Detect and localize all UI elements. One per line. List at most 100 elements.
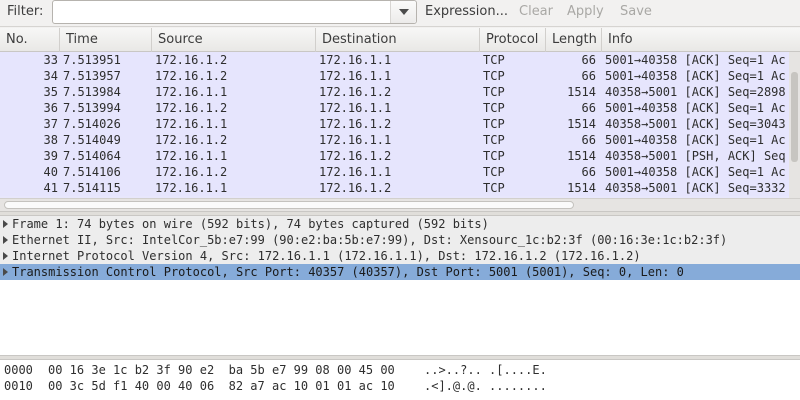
column-header-info[interactable]: Info [602,28,800,52]
tree-item-label: Internet Protocol Version 4, Src: 172.16… [12,249,641,263]
packet-list-vertical-scrollbar[interactable] [789,52,800,198]
packet-protocol: TCP [483,69,505,83]
packet-row[interactable]: 35 7.513984 172.16.1.1 172.16.1.2 TCP 15… [0,84,800,100]
packet-destination: 172.16.1.2 [319,181,392,195]
packet-length: 66 [581,53,596,67]
packet-no: 38 [43,133,58,147]
hex-bytes[interactable]: 00 16 3e 1c b2 3f 90 e2 ba 5b e7 99 08 0… [48,362,395,378]
packet-length: 1514 [567,85,596,99]
filter-dropdown-button[interactable] [390,1,416,23]
packet-list[interactable]: 33 7.513951 172.16.1.2 172.16.1.1 TCP 66… [0,52,800,198]
packet-length: 1514 [567,149,596,163]
packet-protocol: TCP [483,101,505,115]
packet-list-header: No. Time Source Destination Protocol Len… [0,28,800,52]
packet-info: 5001→40358 [ACK] Seq=1 Ac [605,53,786,67]
packet-time: 7.513951 [63,53,121,67]
packet-source: 172.16.1.2 [155,165,228,179]
packet-details-pane[interactable]: Frame 1: 74 bytes on wire (592 bits), 74… [0,215,800,355]
packet-info: 5001→40358 [ACK] Seq=1 Ac [605,133,786,147]
packet-protocol: TCP [483,85,505,99]
packet-row[interactable]: 34 7.513957 172.16.1.2 172.16.1.1 TCP 66… [0,68,800,84]
packet-no: 34 [43,69,58,83]
column-header-length[interactable]: Length [546,28,602,52]
packet-time: 7.514049 [63,133,121,147]
expand-arrow-icon[interactable] [3,252,8,260]
tree-item-label: Ethernet II, Src: IntelCor_5b:e7:99 (90:… [12,233,728,247]
packet-no: 41 [43,181,58,195]
tree-item-ethernet[interactable]: Ethernet II, Src: IntelCor_5b:e7:99 (90:… [0,232,800,248]
packet-info: 40358→5001 [ACK] Seq=3332 [605,181,786,195]
packet-protocol: TCP [483,165,505,179]
packet-length: 1514 [567,117,596,131]
packet-row[interactable]: 36 7.513994 172.16.1.2 172.16.1.1 TCP 66… [0,100,800,116]
packet-no: 39 [43,149,58,163]
packet-info: 40358→5001 [PSH, ACK] Seq [605,149,786,163]
packet-length: 66 [581,69,596,83]
hex-ascii[interactable]: ..>..?.. .[....E. [424,362,547,378]
scrollbar-thumb[interactable] [4,201,574,209]
packet-length: 1514 [567,181,596,195]
packet-length: 66 [581,165,596,179]
chevron-down-icon [399,9,409,15]
packet-row[interactable]: 38 7.514049 172.16.1.2 172.16.1.1 TCP 66… [0,132,800,148]
packet-row[interactable]: 40 7.514106 172.16.1.2 172.16.1.1 TCP 66… [0,164,800,180]
packet-source: 172.16.1.1 [155,181,228,195]
packet-no: 35 [43,85,58,99]
packet-time: 7.513994 [63,101,121,115]
packet-row[interactable]: 41 7.514115 172.16.1.1 172.16.1.2 TCP 15… [0,180,800,196]
packet-no: 36 [43,101,58,115]
clear-button[interactable]: Clear [519,4,553,19]
packet-list-horizontal-scrollbar[interactable] [0,198,800,211]
packet-time: 7.514115 [63,181,121,195]
packet-destination: 172.16.1.2 [319,149,392,163]
tree-item-frame[interactable]: Frame 1: 74 bytes on wire (592 bits), 74… [0,216,800,232]
expression-button[interactable]: Expression... [425,4,508,19]
packet-destination: 172.16.1.2 [319,85,392,99]
packet-protocol: TCP [483,181,505,195]
hex-row: 0000 00 16 3e 1c b2 3f 90 e2 ba 5b e7 99… [0,362,800,378]
packet-info: 40358→5001 [ACK] Seq=2898 [605,85,786,99]
tree-item-tcp[interactable]: Transmission Control Protocol, Src Port:… [0,264,800,280]
packet-row[interactable]: 33 7.513951 172.16.1.2 172.16.1.1 TCP 66… [0,52,800,68]
expand-arrow-icon[interactable] [3,268,8,276]
expand-arrow-icon[interactable] [3,220,8,228]
packet-source: 172.16.1.1 [155,149,228,163]
apply-button[interactable]: Apply [567,4,604,19]
hex-bytes[interactable]: 00 3c 5d f1 40 00 40 06 82 a7 ac 10 01 0… [48,378,395,394]
packet-protocol: TCP [483,53,505,67]
packet-time: 7.513984 [63,85,121,99]
packet-source: 172.16.1.2 [155,53,228,67]
column-header-no[interactable]: No. [0,28,60,52]
packet-row[interactable]: 37 7.514026 172.16.1.1 172.16.1.2 TCP 15… [0,116,800,132]
scrollbar-thumb[interactable] [791,72,798,162]
packet-row[interactable]: 39 7.514064 172.16.1.1 172.16.1.2 TCP 15… [0,148,800,164]
save-button[interactable]: Save [620,4,652,19]
packet-protocol: TCP [483,133,505,147]
packet-destination: 172.16.1.1 [319,133,392,147]
filter-combobox[interactable] [52,0,417,24]
column-header-protocol[interactable]: Protocol [480,28,546,52]
tree-item-ipv4[interactable]: Internet Protocol Version 4, Src: 172.16… [0,248,800,264]
packet-destination: 172.16.1.1 [319,53,392,67]
filter-input[interactable] [55,2,388,22]
packet-protocol: TCP [483,149,505,163]
packet-destination: 172.16.1.1 [319,165,392,179]
expand-arrow-icon[interactable] [3,236,8,244]
hex-row: 0010 00 3c 5d f1 40 00 40 06 82 a7 ac 10… [0,378,800,394]
filter-label: Filter: [7,4,44,19]
packet-destination: 172.16.1.1 [319,69,392,83]
column-header-destination[interactable]: Destination [316,28,480,52]
packet-bytes-pane[interactable]: 0000 00 16 3e 1c b2 3f 90 e2 ba 5b e7 99… [0,360,800,400]
packet-length: 66 [581,133,596,147]
column-header-time[interactable]: Time [60,28,152,52]
packet-time: 7.514106 [63,165,121,179]
packet-source: 172.16.1.1 [155,117,228,131]
packet-info: 5001→40358 [ACK] Seq=1 Ac [605,101,786,115]
packet-no: 37 [43,117,58,131]
packet-destination: 172.16.1.1 [319,101,392,115]
column-header-source[interactable]: Source [152,28,316,52]
hex-offset: 0010 [4,379,33,393]
hex-ascii[interactable]: .<].@.@. ........ [424,378,547,394]
packet-destination: 172.16.1.2 [319,117,392,131]
packet-source: 172.16.1.2 [155,69,228,83]
